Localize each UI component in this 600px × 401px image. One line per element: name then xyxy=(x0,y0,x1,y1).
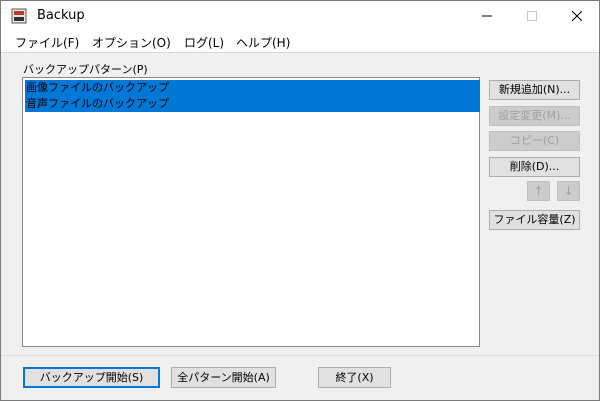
pattern-list[interactable]: 画像ファイルのバックアップ 音声ファイルのバックアップ xyxy=(22,77,480,347)
start-backup-button[interactable]: バックアップ開始(S) xyxy=(23,367,160,388)
list-item[interactable]: 音声ファイルのバックアップ xyxy=(25,96,480,112)
window-title: Backup xyxy=(37,8,85,23)
close-icon xyxy=(571,9,582,25)
backup-app-icon xyxy=(11,8,27,24)
move-up-button[interactable]: ↑ xyxy=(527,181,550,201)
arrow-up-icon: ↑ xyxy=(533,184,544,198)
close-button[interactable] xyxy=(554,1,599,32)
delete-button[interactable]: 削除(D)... xyxy=(489,157,580,177)
title-bar: Backup xyxy=(1,1,599,32)
menu-file[interactable]: ファイル(F) xyxy=(15,34,79,51)
move-down-button[interactable]: ↓ xyxy=(557,181,580,201)
minimize-icon xyxy=(481,9,492,25)
file-size-button[interactable]: ファイル容量(Z) xyxy=(489,210,580,230)
menu-bar: ファイル(F) オプション(O) ログ(L) ヘルプ(H) xyxy=(1,32,599,52)
add-new-button[interactable]: 新規追加(N)... xyxy=(489,80,580,100)
menu-options[interactable]: オプション(O) xyxy=(92,34,171,51)
patterns-label: バックアップパターン(P) xyxy=(23,63,148,76)
backup-window: Backup ファイル(F) オプション(O) ログ(L) ヘルプ(H) バック… xyxy=(0,0,600,401)
copy-button[interactable]: コピー(C) xyxy=(489,131,580,151)
list-item[interactable]: 画像ファイルのバックアップ xyxy=(25,80,480,96)
start-all-patterns-button[interactable]: 全パターン開始(A) xyxy=(171,367,276,388)
exit-button[interactable]: 終了(X) xyxy=(318,367,391,388)
menu-divider xyxy=(1,52,599,53)
menu-help[interactable]: ヘルプ(H) xyxy=(236,34,290,51)
menu-log[interactable]: ログ(L) xyxy=(184,34,224,51)
minimize-button[interactable] xyxy=(464,1,509,32)
arrow-down-icon: ↓ xyxy=(563,184,574,198)
footer-divider xyxy=(1,355,599,356)
edit-settings-button[interactable]: 設定変更(M)... xyxy=(489,106,580,126)
maximize-icon xyxy=(526,9,537,25)
maximize-button[interactable] xyxy=(509,1,554,32)
